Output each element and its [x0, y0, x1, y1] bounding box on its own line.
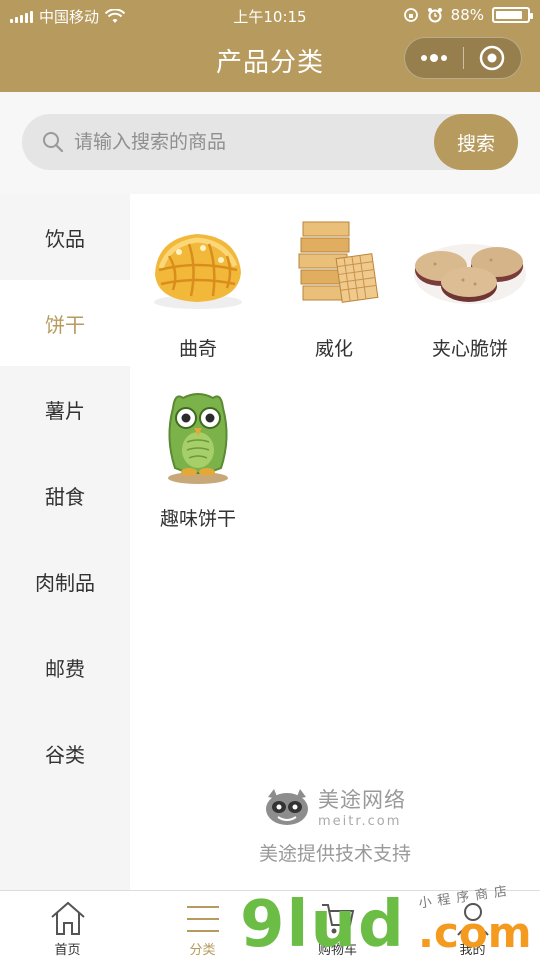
tab-label: 分类 [189, 943, 216, 958]
tab-label: 购物车 [317, 943, 357, 958]
tab-label: 我的 [459, 943, 486, 958]
tab-cart[interactable]: 购物车 [270, 891, 405, 960]
home-icon [50, 901, 85, 935]
category-icon [186, 906, 219, 932]
product-item-sandwich-biscuit[interactable]: 夹心脆饼 [402, 194, 538, 364]
product-item-wafer[interactable]: 威化 [266, 194, 402, 364]
orientation-lock-icon [403, 8, 418, 22]
sidebar-item-sweets[interactable]: 甜食 [0, 452, 130, 538]
search-area: 搜索 [0, 92, 540, 194]
tab-category[interactable]: 分类 [135, 891, 270, 960]
tab-label: 首页 [54, 943, 81, 958]
sidebar-item-chips[interactable]: 薯片 [0, 366, 130, 452]
close-mini-program-button[interactable] [464, 38, 522, 78]
product-grid: 曲奇 威化 夹心脆饼 趣味饼干 [130, 194, 540, 534]
bottom-tab-bar: 首页 分类 购物车 我的 [0, 890, 540, 960]
wafer-image [298, 221, 379, 303]
status-bar: 中国移动 上午10:15 88% [0, 0, 540, 30]
alarm-icon [427, 8, 442, 23]
brand-footer: 美途网络 meitr.com 美途提供技术支持 [130, 784, 540, 866]
tab-mine[interactable]: 我的 [405, 891, 540, 960]
more-dots-icon [420, 54, 447, 62]
more-button[interactable] [405, 38, 463, 78]
tech-support-text: 美途提供技术支持 [258, 843, 411, 865]
top-bar: 中国移动 上午10:15 88% 产品分类 [0, 0, 540, 92]
search-icon [43, 132, 64, 153]
product-panel: 曲奇 威化 夹心脆饼 趣味饼干 美途网络 meitr.com 美途提供技术支持 [130, 194, 540, 890]
battery-icon [492, 7, 533, 23]
category-sidebar: 饮品 饼干 薯片 甜食 肉制品 邮费 谷类 [0, 194, 130, 890]
product-item-fun-biscuit[interactable]: 趣味饼干 [130, 364, 266, 534]
cart-icon [321, 904, 354, 934]
sandwich-biscuit-image [414, 244, 526, 304]
raccoon-logo-icon [266, 788, 308, 825]
battery-percent: 88% [450, 6, 484, 24]
tab-home[interactable]: 首页 [0, 891, 135, 960]
sidebar-item-meat[interactable]: 肉制品 [0, 538, 130, 624]
search-input[interactable] [74, 114, 434, 170]
sidebar-item-postage[interactable]: 邮费 [0, 624, 130, 710]
user-icon [456, 903, 489, 936]
product-name: 趣味饼干 [159, 508, 236, 530]
product-name: 夹心脆饼 [431, 338, 508, 360]
target-close-icon [480, 45, 505, 71]
sidebar-item-drinks[interactable]: 饮品 [0, 194, 130, 280]
brand-logo: 美途网络 meitr.com [130, 784, 540, 829]
search-button[interactable]: 搜索 [434, 114, 518, 170]
product-name: 威化 [314, 338, 353, 360]
cookie-image [154, 234, 242, 309]
sidebar-item-grains[interactable]: 谷类 [0, 710, 130, 796]
mini-program-capsule [404, 37, 522, 79]
search-bar: 搜索 [22, 114, 518, 170]
brand-name: 美途网络 [318, 788, 406, 812]
brand-domain: meitr.com [318, 814, 402, 829]
owl-biscuit-image [168, 393, 228, 484]
sidebar-item-biscuits[interactable]: 饼干 [0, 280, 130, 366]
product-name: 曲奇 [178, 338, 217, 360]
product-item-cookie[interactable]: 曲奇 [130, 194, 266, 364]
